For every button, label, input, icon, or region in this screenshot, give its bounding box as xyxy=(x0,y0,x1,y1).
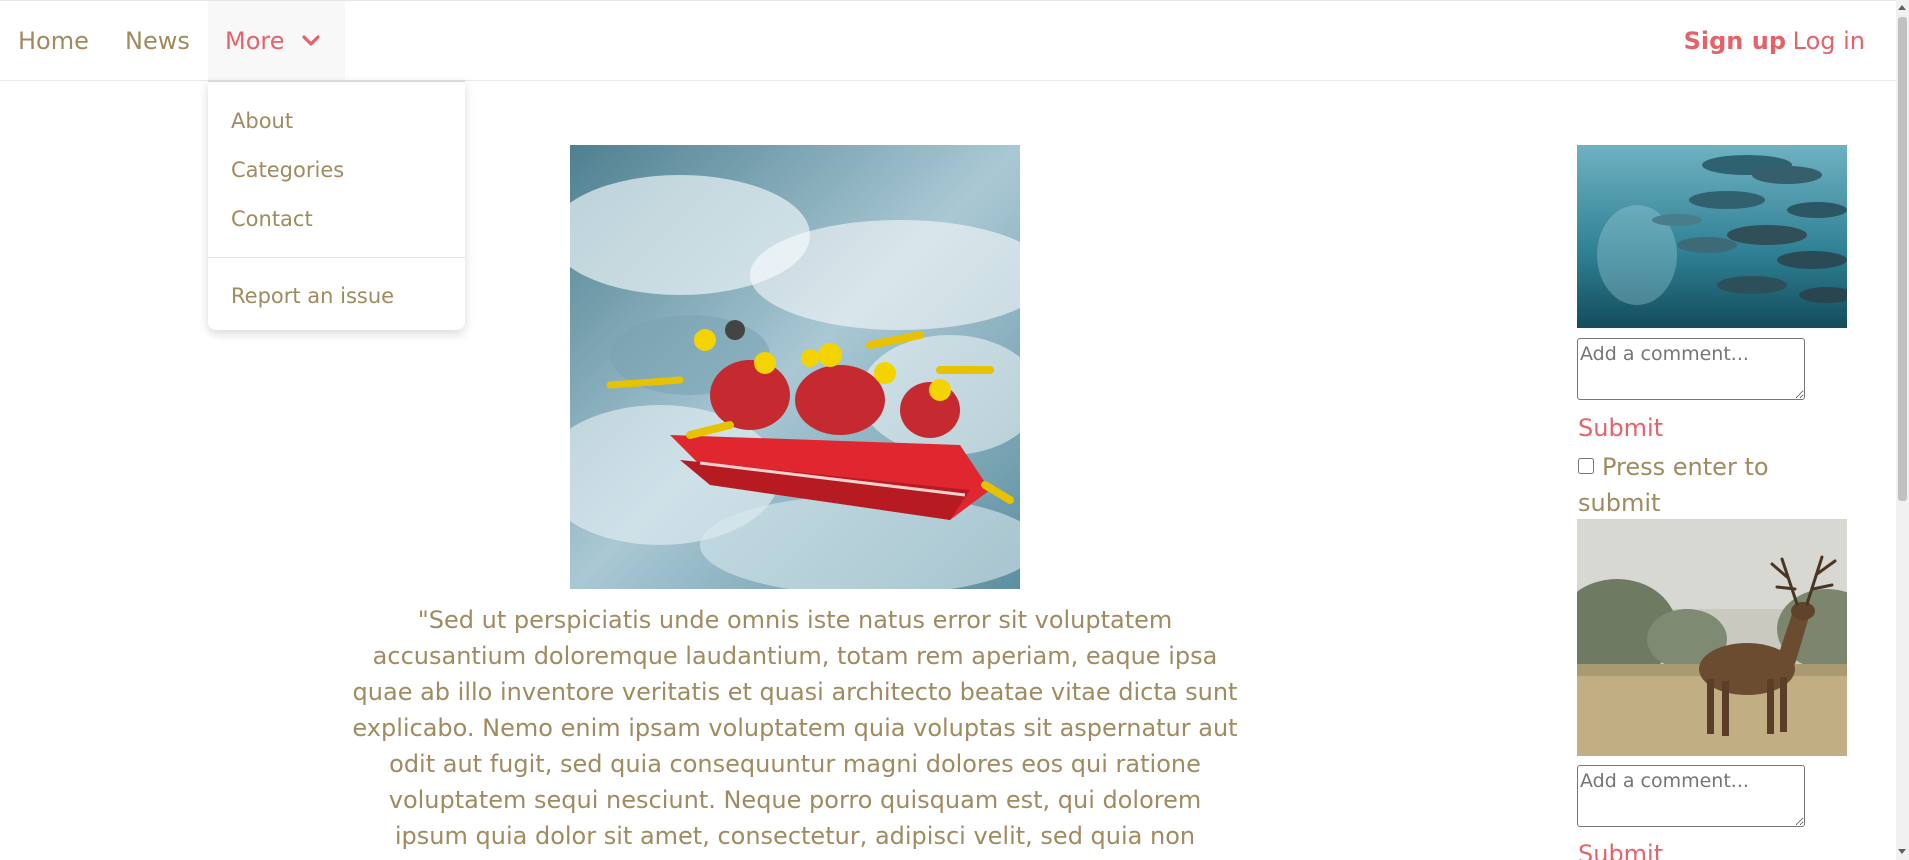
press-enter-label: Press enter to submit xyxy=(1578,453,1769,517)
dropdown-divider xyxy=(208,257,465,258)
dropdown-item-categories[interactable]: Categories xyxy=(231,156,344,184)
scrollbar-thumb[interactable] xyxy=(1898,17,1907,501)
dropdown-item-report-issue[interactable]: Report an issue xyxy=(231,282,394,310)
nav-home-link[interactable]: Home xyxy=(18,25,89,57)
nav-more-dropdown-toggle[interactable]: More xyxy=(208,1,345,81)
fish-photo xyxy=(1577,145,1847,328)
dropdown-item-contact[interactable]: Contact xyxy=(231,205,313,233)
more-dropdown-menu: About Categories Contact Report an issue xyxy=(208,80,465,330)
comment-input-2[interactable] xyxy=(1577,765,1805,827)
signup-link[interactable]: Sign up xyxy=(1684,25,1786,57)
scroll-up-arrow-icon[interactable] xyxy=(1898,5,1906,10)
comment-input-1[interactable] xyxy=(1577,338,1805,400)
dropdown-item-about[interactable]: About xyxy=(231,107,293,135)
quote-paragraph: "Sed ut perspiciatis unde omnis iste nat… xyxy=(352,606,1238,850)
press-enter-option: Press enter to submit xyxy=(1578,449,1818,521)
submit-button-2[interactable]: Submit xyxy=(1578,838,1663,860)
submit-button-1[interactable]: Submit xyxy=(1578,412,1663,444)
nav-news-link[interactable]: News xyxy=(125,25,190,57)
rafting-photo xyxy=(570,145,1020,589)
press-enter-checkbox[interactable] xyxy=(1578,458,1594,474)
scroll-down-arrow-icon[interactable] xyxy=(1898,849,1906,854)
vertical-scrollbar[interactable] xyxy=(1896,0,1909,860)
login-link[interactable]: Log in xyxy=(1793,25,1865,57)
deer-photo xyxy=(1577,519,1847,756)
top-navbar: Home News More Sign up Log in xyxy=(0,0,1896,81)
chevron-down-icon xyxy=(302,35,320,46)
nav-more-label: More xyxy=(225,27,285,55)
